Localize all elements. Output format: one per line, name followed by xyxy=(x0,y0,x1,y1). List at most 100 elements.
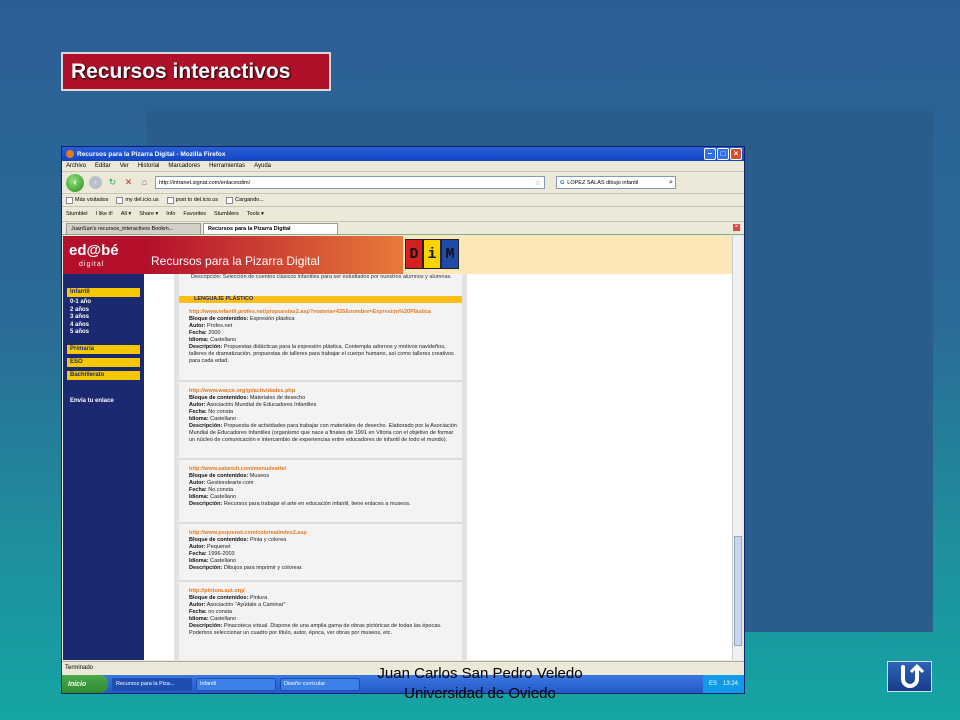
page-icon xyxy=(66,196,73,204)
tab-bookmarks[interactable]: JuanSan's recursos_interactivos Bookm... xyxy=(66,223,201,234)
url-text: http://intranet.signat.com/enlacesdim/ xyxy=(159,179,251,186)
stumblers-button[interactable]: Stumblers xyxy=(214,211,239,217)
link-2-anios[interactable]: 2 años xyxy=(70,307,91,315)
slide-title-box: Recursos interactivos xyxy=(61,52,331,91)
menu-bar: Archivo Editar Ver Historial Marcadores … xyxy=(62,161,744,172)
minimize-button[interactable]: – xyxy=(704,148,716,160)
system-tray: ES 13:24 xyxy=(702,675,744,693)
sidebar-infantil[interactable]: Infantil xyxy=(67,288,140,297)
vertical-scrollbar[interactable] xyxy=(732,236,742,660)
url-bar[interactable]: http://intranet.signat.com/enlacesdim/ ☆ xyxy=(155,176,545,189)
page-icon xyxy=(116,196,124,204)
search-box[interactable]: G LOPEZ SALAS dibujo infantil ⌕ xyxy=(556,176,676,189)
tab-recursos[interactable]: Recursos para la Pizarra Digital xyxy=(203,223,338,234)
page-icon xyxy=(226,196,234,204)
home-icon[interactable]: ⌂ xyxy=(139,177,150,188)
previous-description: Descripción: Selección de cuentos clásic… xyxy=(191,274,452,280)
entry-divider xyxy=(179,522,462,524)
sidebar-bachillerato[interactable]: Bachillerato xyxy=(67,371,140,380)
page-icon xyxy=(166,196,174,204)
slide-title: Recursos interactivos xyxy=(71,59,291,83)
site-content: Descripción: Selección de cuentos clásic… xyxy=(144,274,733,660)
link-4-anios[interactable]: 4 años xyxy=(70,322,91,330)
entry-divider xyxy=(179,580,462,582)
return-button[interactable] xyxy=(887,661,932,692)
author-name: Juan Carlos San Pedro Veledo xyxy=(377,665,583,682)
slide-footer: Juan Carlos San Pedro Veledo Universidad… xyxy=(345,664,615,704)
stumble-button[interactable]: StumbleI xyxy=(66,211,88,217)
entry-divider xyxy=(179,458,462,460)
site-title: Recursos para la Pizarra Digital xyxy=(147,236,403,274)
resource-entry: http://www.infantil.profes.net/propuesta… xyxy=(189,309,457,365)
maximize-button[interactable]: □ xyxy=(717,148,729,160)
stumbleupon-toolbar: StumbleI I like it! All ▾ Share ▾ Info F… xyxy=(62,207,744,222)
like-button[interactable]: I like it! xyxy=(96,211,113,217)
forward-button[interactable]: › xyxy=(89,176,102,189)
firefox-window: Recursos para la Pizarra Digital - Mozil… xyxy=(61,146,745,694)
back-button[interactable]: ‹ xyxy=(66,173,84,192)
tools-dropdown[interactable]: Tools ▾ xyxy=(247,211,264,217)
resource-entry: http://www.waece.org/gt/actividades.php … xyxy=(189,388,457,443)
section-title: LENGUAJE PLÁSTICO xyxy=(179,296,462,303)
sidebar-eso[interactable]: ESO xyxy=(67,358,140,367)
edebe-logo[interactable]: ed@bé digital xyxy=(63,236,147,274)
menu-ayuda[interactable]: Ayuda xyxy=(254,163,271,169)
reload-icon[interactable]: ↻ xyxy=(107,177,118,188)
start-button[interactable]: Inicio xyxy=(62,675,108,693)
bookmark-star-icon[interactable]: ☆ xyxy=(535,179,541,187)
stop-icon[interactable]: ✕ xyxy=(123,177,134,188)
resource-entry: http://www.pequenet.com/colorea/index2.a… xyxy=(189,530,457,572)
bookmark-loading[interactable]: Cargando... xyxy=(226,196,264,204)
bookmark-my-delicious[interactable]: my del.icio.us xyxy=(116,196,159,204)
menu-editar[interactable]: Editar xyxy=(95,163,111,169)
site-header: ed@bé digital Recursos para la Pizarra D… xyxy=(63,236,733,274)
share-dropdown[interactable]: Share ▾ xyxy=(139,211,158,217)
close-button[interactable]: × xyxy=(730,148,742,160)
resource-link[interactable]: http://www.salarich.com/menudearte/ xyxy=(189,466,457,473)
taskbar-item-firefox[interactable]: Recursos para la Piza... xyxy=(112,677,192,691)
resource-link[interactable]: http://www.pequenet.com/colorea/index2.a… xyxy=(189,530,457,537)
search-text: LOPEZ SALAS dibujo infantil xyxy=(567,179,639,186)
dim-logo: D i M xyxy=(405,239,459,269)
menu-archivo[interactable]: Archivo xyxy=(66,163,86,169)
link-3-anios[interactable]: 3 años xyxy=(70,314,91,322)
resource-entry: http://pintura.aut.org/ Bloque de conten… xyxy=(189,588,457,637)
search-icon[interactable]: ⌕ xyxy=(669,179,673,187)
bookmarks-bar: Más visitados my del.icio.us post to del… xyxy=(62,194,744,207)
age-links: 0-1 año 2 años 3 años 4 años 5 años xyxy=(70,299,91,337)
language-indicator[interactable]: ES xyxy=(709,681,717,687)
sidebar-primaria[interactable]: Primaria xyxy=(67,345,140,354)
google-icon: G xyxy=(560,179,565,186)
web-page: ed@bé digital Recursos para la Pizarra D… xyxy=(63,236,733,660)
menu-historial[interactable]: Historial xyxy=(138,163,160,169)
link-5-anios[interactable]: 5 años xyxy=(70,329,91,337)
resource-entry: http://www.salarich.com/menudearte/ Bloq… xyxy=(189,466,457,508)
link-0-1-anio[interactable]: 0-1 año xyxy=(70,299,91,307)
firefox-icon xyxy=(66,150,74,158)
content-column: Descripción: Selección de cuentos clásic… xyxy=(174,274,467,660)
navigation-toolbar: ‹ › ↻ ✕ ⌂ http://intranet.signat.com/enl… xyxy=(62,172,744,194)
close-tab-icon[interactable]: × xyxy=(733,224,740,231)
menu-marcadores[interactable]: Marcadores xyxy=(168,163,200,169)
university-name: Universidad de Oviedo xyxy=(404,685,556,702)
taskbar-item-infantil[interactable]: Infantil xyxy=(196,677,276,691)
resource-link[interactable]: http://www.waece.org/gt/actividades.php xyxy=(189,388,457,395)
menu-herramientas[interactable]: Herramientas xyxy=(209,163,245,169)
bookmark-most-visited[interactable]: Más visitados xyxy=(66,196,108,204)
resource-link[interactable]: http://pintura.aut.org/ xyxy=(189,588,457,595)
menu-ver[interactable]: Ver xyxy=(120,163,129,169)
window-title: Recursos para la Pizarra Digital - Mozil… xyxy=(77,150,226,158)
send-link[interactable]: Envía tu enlace xyxy=(70,398,114,404)
entry-divider xyxy=(179,380,462,382)
site-sidebar: Infantil 0-1 año 2 años 3 años 4 años 5 … xyxy=(63,274,144,660)
info-button[interactable]: Info xyxy=(166,211,175,217)
return-arrow-icon xyxy=(900,664,924,688)
favorites-button[interactable]: Favorites xyxy=(183,211,206,217)
bookmark-post-delicious[interactable]: post to del.icio.us xyxy=(166,196,218,204)
window-title-bar[interactable]: Recursos para la Pizarra Digital - Mozil… xyxy=(62,147,744,161)
resource-link[interactable]: http://www.infantil.profes.net/propuesta… xyxy=(189,309,457,316)
tab-strip: JuanSan's recursos_interactivos Bookm...… xyxy=(62,222,744,235)
clock: 13:24 xyxy=(722,681,738,687)
scrollbar-thumb[interactable] xyxy=(734,536,742,646)
all-dropdown[interactable]: All ▾ xyxy=(121,211,131,217)
